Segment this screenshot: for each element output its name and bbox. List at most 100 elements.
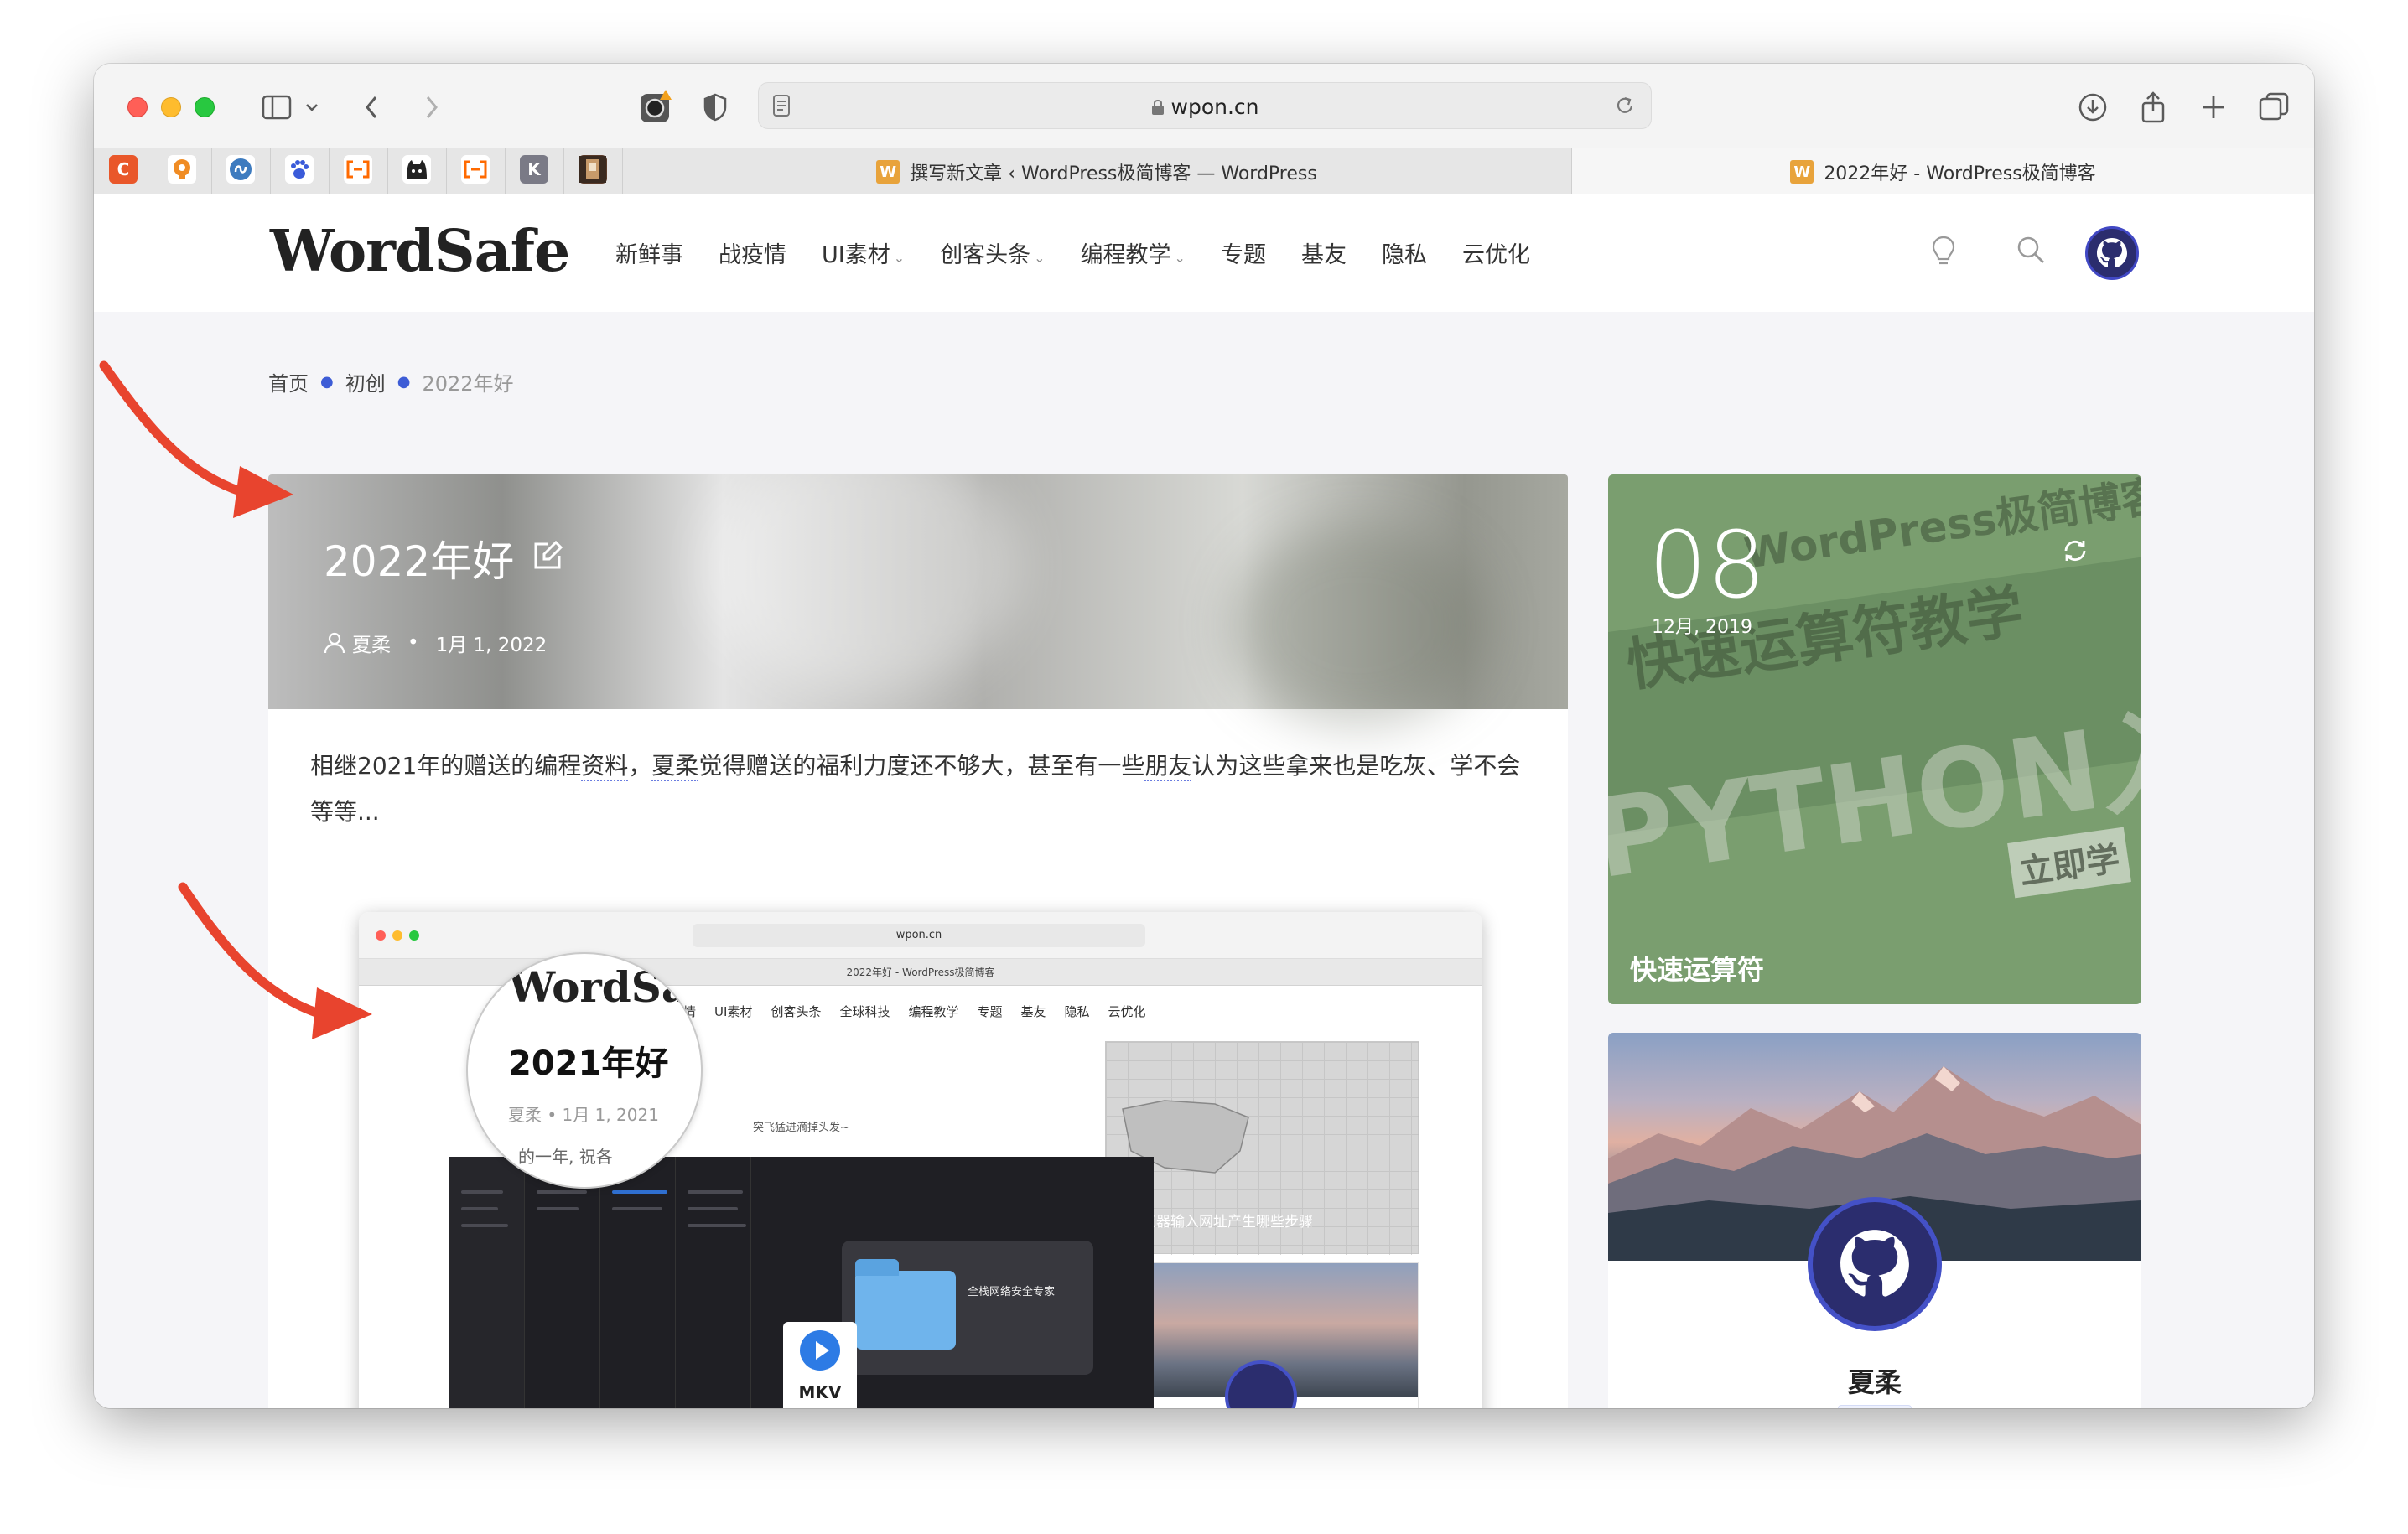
article-title: 2022年好 bbox=[324, 528, 564, 588]
magnified-more: 的一年, 祝各 bbox=[518, 1147, 613, 1167]
nav-item[interactable]: 隐私 bbox=[1382, 236, 1427, 269]
wordpress-tab-icon: W bbox=[876, 160, 900, 184]
refresh-icon[interactable] bbox=[2061, 536, 2089, 568]
featured-caption: 快速运算符 bbox=[1630, 954, 1765, 986]
browser-toolbar: wpon.cn bbox=[94, 64, 2314, 148]
favorite-bracket-icon-2[interactable] bbox=[461, 155, 490, 184]
browser-window: wpon.cn C K W 撰写新文章 ‹ WordPress极简博客 — Wo… bbox=[94, 64, 2314, 1408]
breadcrumb-current: 2022年好 bbox=[422, 372, 514, 396]
favorite-c-icon[interactable]: C bbox=[109, 155, 138, 184]
embedded-nav-item: 专题 bbox=[977, 1004, 1003, 1019]
article-hero: 2022年好 夏柔 • 1月 1, 2022 bbox=[268, 474, 1568, 726]
nav-item[interactable]: 战疫情 bbox=[719, 236, 786, 269]
nav-item-label: UI素材 bbox=[822, 242, 890, 268]
favorite-swirl-icon[interactable] bbox=[226, 155, 255, 184]
embedded-address-bar: wpon.cn bbox=[693, 924, 1145, 947]
tab-overview-icon[interactable] bbox=[2257, 89, 2291, 126]
nav-item-label: 新鲜事 bbox=[615, 242, 683, 268]
user-icon bbox=[324, 632, 345, 654]
excerpt-link[interactable]: 夏柔 bbox=[651, 752, 699, 781]
finder-row bbox=[461, 1224, 508, 1227]
embedded-nav-item: 隐私 bbox=[1064, 1004, 1090, 1019]
finder-row bbox=[461, 1207, 498, 1210]
nav-item[interactable]: 云优化 bbox=[1462, 236, 1530, 269]
favorite-bracket-icon[interactable] bbox=[344, 155, 372, 184]
lightbulb-icon[interactable] bbox=[1930, 235, 1957, 272]
minimize-window-button[interactable] bbox=[161, 97, 181, 117]
breadcrumb-separator: ● bbox=[320, 373, 334, 391]
annotation-arrow-title bbox=[99, 360, 293, 518]
article-date: 1月 1, 2022 bbox=[435, 635, 548, 656]
embedded-diagram-caption: 浏览器输入网址产生哪些步骤 bbox=[1128, 1214, 1313, 1231]
back-button[interactable] bbox=[359, 89, 384, 126]
favorite-github-icon[interactable] bbox=[402, 155, 431, 184]
address-bar[interactable]: wpon.cn bbox=[758, 82, 1652, 129]
tab-bar: C K W 撰写新文章 ‹ WordPress极简博客 — WordPress … bbox=[94, 148, 2314, 195]
chevron-down-icon: ⌄ bbox=[1174, 250, 1186, 266]
new-tab-plus-icon[interactable] bbox=[2197, 89, 2230, 126]
embedded-nav-item: 创客头条 bbox=[771, 1004, 822, 1019]
site-header: WordSafe 新鲜事 战疫情 UI素材 ⌄ 创客头条 ⌄ 编程教学 ⌄ 专题 基友 隐私 云优化 bbox=[94, 194, 2314, 312]
folder-title: 全栈网络安全专家 bbox=[968, 1286, 1056, 1298]
excerpt-text: 相继2021年的赠送的编程 bbox=[310, 752, 582, 780]
favorite-k-icon[interactable]: K bbox=[520, 155, 548, 184]
favorite-divider bbox=[211, 148, 212, 195]
excerpt-link[interactable]: 资料 bbox=[581, 752, 629, 781]
magnified-title: 2021年好 bbox=[508, 1044, 669, 1083]
favorite-divider bbox=[505, 148, 506, 195]
nav-item[interactable]: 编程教学 ⌄ bbox=[1081, 236, 1186, 269]
sidebar-toggle-icon[interactable] bbox=[258, 89, 295, 126]
featured-post-card[interactable]: WordPress极简博客 快速运算符教学 PYTHON入 立即学 08 12月… bbox=[1608, 474, 2141, 1004]
featured-day: 08 bbox=[1648, 511, 1766, 619]
url-text: wpon.cn bbox=[759, 95, 1651, 119]
finder-row bbox=[537, 1207, 579, 1210]
finder-row bbox=[688, 1224, 746, 1227]
tab-2022-post[interactable]: W 2022年好 - WordPress极简博客 bbox=[1571, 148, 2314, 195]
magnified-author: 夏柔 bbox=[508, 1105, 542, 1125]
user-avatar[interactable] bbox=[2085, 226, 2139, 280]
finder-row bbox=[688, 1207, 738, 1210]
finder-row bbox=[612, 1207, 662, 1210]
chevron-down-icon[interactable] bbox=[302, 89, 322, 126]
nav-item[interactable]: 专题 bbox=[1221, 236, 1266, 269]
embedded-nav-item: 全球科技 bbox=[839, 1004, 890, 1019]
nav-item[interactable]: 创客头条 ⌄ bbox=[940, 236, 1045, 269]
tab-write-post[interactable]: W 撰写新文章 ‹ WordPress极简博客 — WordPress bbox=[623, 148, 1570, 195]
nav-item[interactable]: UI素材 ⌄ bbox=[822, 236, 905, 269]
extension-camera-icon[interactable] bbox=[637, 89, 674, 126]
downloads-icon[interactable] bbox=[2076, 89, 2110, 126]
magnified-logo: WordSa bbox=[508, 962, 689, 1012]
annotation-arrow-magnifier bbox=[178, 882, 372, 1039]
favorite-photo-icon[interactable] bbox=[579, 155, 607, 184]
forward-button[interactable] bbox=[419, 89, 444, 126]
share-icon[interactable] bbox=[2136, 89, 2170, 126]
edit-icon[interactable] bbox=[531, 534, 564, 583]
nav-item-label: 云优化 bbox=[1461, 242, 1530, 268]
chevron-down-icon: ⌄ bbox=[1034, 250, 1046, 266]
nav-item[interactable]: 新鲜事 bbox=[615, 236, 683, 269]
search-icon[interactable] bbox=[2016, 235, 2046, 268]
privacy-shield-icon[interactable] bbox=[701, 89, 729, 126]
address-text: wpon.cn bbox=[1170, 95, 1259, 119]
profile-avatar[interactable] bbox=[1808, 1197, 1942, 1331]
nav-item-label: 战疫情 bbox=[719, 242, 786, 268]
zoom-window-button[interactable] bbox=[195, 97, 215, 117]
nav-item-label: 隐私 bbox=[1381, 242, 1427, 268]
finder-row bbox=[537, 1190, 587, 1194]
excerpt-link[interactable]: 朋友 bbox=[1144, 752, 1192, 781]
excerpt-text: 觉得赠送的福利力度还不够大，甚至有一些 bbox=[698, 752, 1145, 780]
reload-icon[interactable] bbox=[1614, 95, 1636, 117]
nav-item[interactable]: 基友 bbox=[1301, 236, 1347, 269]
close-window-button[interactable] bbox=[127, 97, 148, 117]
article-excerpt: 相继2021年的赠送的编程资料，夏柔觉得赠送的福利力度还不够大，甚至有一些朋友认… bbox=[310, 743, 1534, 835]
profile-name[interactable]: 夏柔 bbox=[1608, 1361, 2141, 1400]
site-logo[interactable]: WordSafe bbox=[270, 218, 570, 285]
favorite-paw-icon[interactable] bbox=[285, 155, 314, 184]
meta-separator: • bbox=[407, 632, 419, 654]
profile-role-badge: 站长 bbox=[1838, 1405, 1912, 1408]
favorite-bulb-icon[interactable] bbox=[168, 155, 196, 184]
breadcrumb-category[interactable]: 初创 bbox=[345, 367, 386, 396]
article-author[interactable]: 夏柔 bbox=[352, 629, 391, 657]
embedded-url: wpon.cn bbox=[895, 929, 942, 941]
finder-column bbox=[600, 1157, 676, 1408]
